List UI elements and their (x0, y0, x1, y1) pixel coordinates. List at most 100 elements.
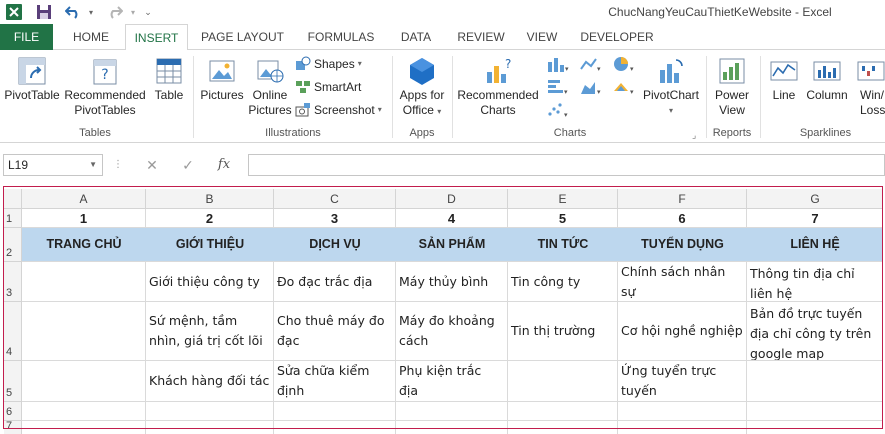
cell-d5[interactable]: Phụ kiện trắc địa (396, 361, 508, 402)
cell-a2-header[interactable]: TRANG CHỦ (22, 228, 146, 262)
cell-d2-header[interactable]: SẢN PHẨM (396, 228, 508, 262)
tab-file[interactable]: FILE (0, 24, 53, 50)
cell-a4[interactable] (22, 302, 146, 361)
surface-chart-icon[interactable]: ▾ (611, 77, 637, 97)
cell-b7[interactable] (146, 421, 274, 434)
insert-function-icon[interactable]: fx (214, 155, 234, 175)
cell-f1[interactable]: 6 (618, 209, 747, 228)
row-header-4[interactable]: 4 (4, 302, 22, 361)
cell-f6[interactable] (618, 402, 747, 421)
pivottable-button[interactable]: PivotTable (2, 56, 62, 103)
tab-developer[interactable]: DEVELOPER (575, 24, 659, 50)
cell-g1[interactable]: 7 (747, 209, 883, 228)
enter-icon[interactable]: ✓ (178, 155, 198, 175)
pie-chart-icon[interactable]: ▾ (611, 54, 637, 74)
column-header-g[interactable]: G (747, 189, 883, 209)
column-header-f[interactable]: F (618, 189, 747, 209)
cell-e1[interactable]: 5 (508, 209, 618, 228)
sparkline-column-button[interactable]: Column (804, 56, 850, 103)
cancel-icon[interactable]: ✕ (142, 155, 162, 175)
screenshot-button[interactable]: Screenshot ▾ (295, 100, 382, 120)
cell-d4[interactable]: Máy đo khoảng cách (396, 302, 508, 361)
shapes-button[interactable]: Shapes ▾ (295, 54, 362, 74)
cell-d6[interactable] (396, 402, 508, 421)
cell-e3[interactable]: Tin công ty (508, 262, 618, 302)
cell-f5[interactable]: Ứng tuyển trực tuyến (618, 361, 747, 402)
cell-e6[interactable] (508, 402, 618, 421)
cell-e7[interactable] (508, 421, 618, 434)
cell-f7[interactable] (618, 421, 747, 434)
tab-data[interactable]: DATA (390, 24, 442, 50)
cell-g3[interactable]: Thông tin địa chỉ liên hệ (747, 262, 883, 302)
tab-formulas[interactable]: FORMULAS (300, 24, 382, 50)
cell-c2-header[interactable]: DỊCH VỤ (274, 228, 396, 262)
online-pictures-button[interactable]: Online Pictures (248, 56, 292, 118)
row-header-7[interactable]: 7 (4, 420, 22, 434)
power-view-button[interactable]: Power View (710, 56, 754, 118)
column-header-b[interactable]: B (146, 189, 274, 209)
row-header-6[interactable]: 6 (4, 402, 22, 421)
column-header-d[interactable]: D (396, 189, 508, 209)
smartart-button[interactable]: SmartArt (295, 77, 361, 97)
column-header-e[interactable]: E (508, 189, 618, 209)
area-chart-icon[interactable]: ▾ (578, 77, 604, 97)
cell-b2-header[interactable]: GIỚI THIỆU (146, 228, 274, 262)
line-chart-icon[interactable]: ▾ (578, 54, 604, 74)
cell-b1[interactable]: 2 (146, 209, 274, 228)
select-all-corner[interactable] (4, 189, 22, 209)
cell-a1[interactable]: 1 (22, 209, 146, 228)
cell-a7[interactable] (22, 421, 146, 434)
tab-home[interactable]: HOME (62, 24, 120, 50)
table-button[interactable]: Table (150, 56, 188, 103)
row-header-5[interactable]: 5 (4, 361, 22, 402)
cell-g6[interactable] (747, 402, 883, 421)
redo-icon[interactable] (104, 2, 126, 22)
redo-dropdown-icon[interactable]: ▾ (128, 2, 138, 22)
cell-f4[interactable]: Cơ hội nghề nghiệp (618, 302, 747, 361)
cell-e2-header[interactable]: TIN TỨC (508, 228, 618, 262)
tab-insert[interactable]: INSERT (125, 24, 188, 51)
column-header-a[interactable]: A (22, 189, 146, 209)
cell-c3[interactable]: Đo đạc trắc địa (274, 262, 396, 302)
pictures-button[interactable]: Pictures (198, 56, 246, 103)
customize-qat-icon[interactable]: ⌄ (142, 2, 154, 22)
cell-e4[interactable]: Tin thị trường (508, 302, 618, 361)
column-header-c[interactable]: C (274, 189, 396, 209)
cell-b3[interactable]: Giới thiệu công ty (146, 262, 274, 302)
cell-b5[interactable]: Khách hàng đối tác (146, 361, 274, 402)
cell-d1[interactable]: 4 (396, 209, 508, 228)
row-header-3[interactable]: 3 (4, 262, 22, 302)
charts-dialog-launcher-icon[interactable]: ⌟ (692, 130, 696, 141)
save-icon[interactable] (34, 2, 54, 22)
formula-input[interactable] (248, 154, 885, 176)
cell-d7[interactable] (396, 421, 508, 434)
tab-view[interactable]: VIEW (519, 24, 565, 50)
cell-g7[interactable] (747, 421, 883, 434)
row-header-1[interactable]: 1 (4, 209, 22, 228)
cell-a3[interactable] (22, 262, 146, 302)
undo-dropdown-icon[interactable]: ▾ (86, 2, 96, 22)
name-box-dropdown-icon[interactable]: ▼ (89, 155, 97, 175)
scatter-chart-icon[interactable]: ▾ (545, 100, 571, 120)
recommended-charts-button[interactable]: ? Recommended Charts (455, 56, 541, 118)
column-chart-icon[interactable]: ▾ (545, 54, 571, 74)
cell-c1[interactable]: 3 (274, 209, 396, 228)
cell-f2-header[interactable]: TUYỂN DỤNG (618, 228, 747, 262)
tab-review[interactable]: REVIEW (451, 24, 511, 50)
cell-g5[interactable] (747, 361, 883, 402)
cell-f3[interactable]: Chính sách nhân sự (618, 262, 747, 302)
cell-g4[interactable]: Bản đồ trực tuyến địa chỉ công ty trên g… (747, 302, 883, 361)
cell-d3[interactable]: Máy thủy bình (396, 262, 508, 302)
apps-for-office-button[interactable]: Apps for Office ▾ (396, 56, 448, 119)
tab-page-layout[interactable]: PAGE LAYOUT (195, 24, 290, 50)
cell-c5[interactable]: Sửa chữa kiểm định (274, 361, 396, 402)
cell-g2-header[interactable]: LIÊN HỆ (747, 228, 883, 262)
cell-e5[interactable] (508, 361, 618, 402)
undo-icon[interactable] (62, 2, 84, 22)
recommended-pivottables-button[interactable]: ? Recommended PivotTables (62, 56, 148, 118)
cell-c6[interactable] (274, 402, 396, 421)
cell-a6[interactable] (22, 402, 146, 421)
cell-b4[interactable]: Sứ mệnh, tầm nhìn, giá trị cốt lõi (146, 302, 274, 361)
bar-chart-icon[interactable]: ▾ (545, 77, 571, 97)
cell-b6[interactable] (146, 402, 274, 421)
